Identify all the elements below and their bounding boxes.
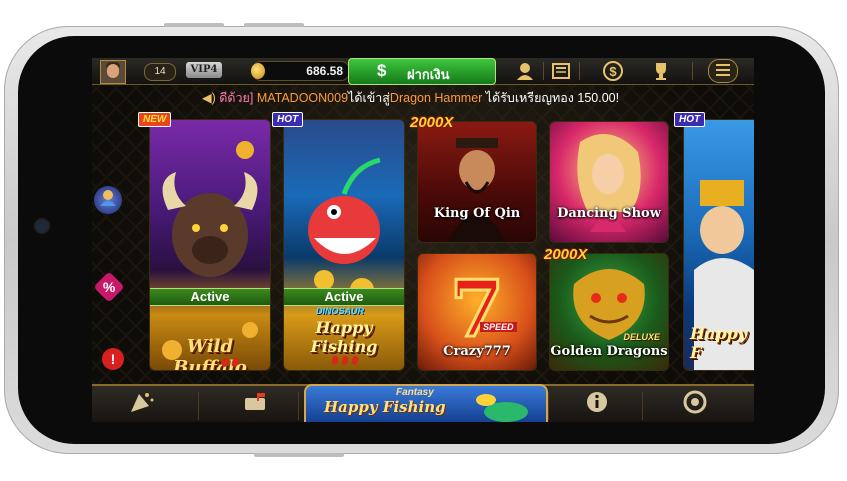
- divider: [198, 392, 199, 420]
- ticker-joined: ได้เข้าสู่: [348, 91, 390, 105]
- game-card-wild-buffalo[interactable]: Active Wild Buffalo: [150, 120, 270, 370]
- active-status: Active: [284, 288, 404, 306]
- info-icon[interactable]: [582, 390, 612, 414]
- game-card-dancing-show[interactable]: Dancing Show: [550, 122, 668, 242]
- coin-icon: [251, 63, 265, 79]
- game-title: Crazy777: [443, 344, 511, 359]
- game-title: Wild Buffalo: [173, 336, 247, 370]
- game-title: Happy Fishing: [310, 318, 378, 356]
- emperor-illustration: [448, 138, 506, 242]
- balance-value: 686.58: [306, 64, 343, 78]
- alert-symbol: !: [110, 351, 116, 367]
- avatar[interactable]: [100, 60, 126, 84]
- ticker-player: MATADOON009: [256, 91, 349, 105]
- buffalo-illustration: [162, 141, 258, 360]
- ticker-prefix: ดีด้วย]: [219, 91, 254, 105]
- vip-badge[interactable]: VIP4: [186, 62, 222, 78]
- divider: [298, 392, 299, 420]
- game-subtitle: DELUXE: [623, 332, 660, 342]
- dancer-illustration: [577, 134, 641, 232]
- mailbox-icon[interactable]: [240, 390, 270, 414]
- volume-up-button: [164, 23, 224, 27]
- party-icon[interactable]: [126, 390, 156, 414]
- discount-icon[interactable]: %: [93, 271, 125, 303]
- genie-icon[interactable]: [94, 186, 122, 214]
- multiplier-badge: 2000X: [544, 246, 588, 263]
- multiplier-badge: 2000X: [410, 114, 454, 131]
- menu-icon[interactable]: [708, 59, 738, 83]
- featured-banner-happy-fishing[interactable]: Fantasy Happy Fishing: [304, 384, 548, 422]
- active-status: Active: [150, 288, 270, 306]
- alert-icon[interactable]: !: [102, 348, 124, 370]
- ticker-amount: 150.00!: [577, 91, 620, 105]
- divider: [548, 392, 549, 420]
- top-bar: 14 VIP4 686.58 $ ฝากเงิน $: [92, 58, 754, 85]
- announcement-ticker: ◀) ดีด้วย] MATADOON009ได้เข้าสู่Dragon H…: [202, 88, 754, 106]
- support-icon[interactable]: [514, 60, 536, 82]
- speaker-icon: ◀): [202, 91, 216, 105]
- svg-text:$: $: [609, 64, 617, 79]
- game-card-king-of-qin[interactable]: King Of Qin: [418, 122, 536, 242]
- camera-icon: [36, 220, 48, 232]
- game-title: Dancing Show: [557, 206, 661, 221]
- hot-badge: HOT: [674, 112, 706, 127]
- game-title: Happy F: [690, 324, 748, 362]
- divider: [642, 392, 643, 420]
- deposit-button[interactable]: $ ฝากเงิน: [348, 58, 496, 85]
- game-title: Golden Dragons: [550, 344, 668, 359]
- game-title: King Of Qin: [433, 206, 521, 221]
- ticker-received: ได้รับเหรียญทอง: [485, 91, 574, 105]
- avatar-face: [107, 64, 119, 78]
- card-art: [150, 120, 270, 370]
- power-button: [254, 453, 344, 457]
- card-art: [418, 122, 536, 242]
- new-badge: NEW: [138, 112, 172, 127]
- chips-icon[interactable]: [680, 390, 710, 414]
- banner-title: Happy Fishing: [324, 398, 446, 416]
- news-icon[interactable]: [550, 60, 572, 82]
- hot-badge: HOT: [272, 112, 304, 127]
- level-badge: 14: [144, 63, 176, 81]
- game-card-happy-fishing[interactable]: Active DINOSAUR Happy Fishing: [284, 120, 404, 370]
- deposit-label: ฝากเงิน: [407, 67, 450, 82]
- game-card-crazy777[interactable]: 7 SPEED Crazy777: [418, 254, 536, 370]
- divider: [543, 62, 544, 80]
- game-lobby-screen: 14 VIP4 686.58 $ ฝากเงิน $ ◀) ดีด้วย] MA…: [92, 58, 754, 422]
- game-card-happy-fishing-partial[interactable]: Happy F: [684, 120, 754, 370]
- ticker-game: Dragon Hammer: [389, 91, 483, 105]
- discount-symbol: %: [102, 278, 116, 295]
- money-bag-icon: $: [377, 61, 387, 80]
- game-card-golden-dragons[interactable]: DELUXE Golden Dragons: [550, 254, 668, 370]
- divider: [579, 62, 580, 80]
- game-subtitle: DINOSAUR: [316, 306, 365, 316]
- divider: [692, 62, 693, 80]
- volume-down-button: [244, 23, 304, 27]
- game-subtitle: SPEED: [480, 322, 517, 332]
- bottom-bar: Fantasy Happy Fishing: [92, 384, 754, 422]
- dollar-icon[interactable]: $: [602, 60, 624, 82]
- card-art: [550, 122, 668, 242]
- balance-display: 686.58: [251, 61, 350, 81]
- svg-text:7: 7: [450, 264, 504, 355]
- trophy-icon[interactable]: [650, 60, 672, 82]
- banner-subtitle: Fantasy: [396, 387, 434, 398]
